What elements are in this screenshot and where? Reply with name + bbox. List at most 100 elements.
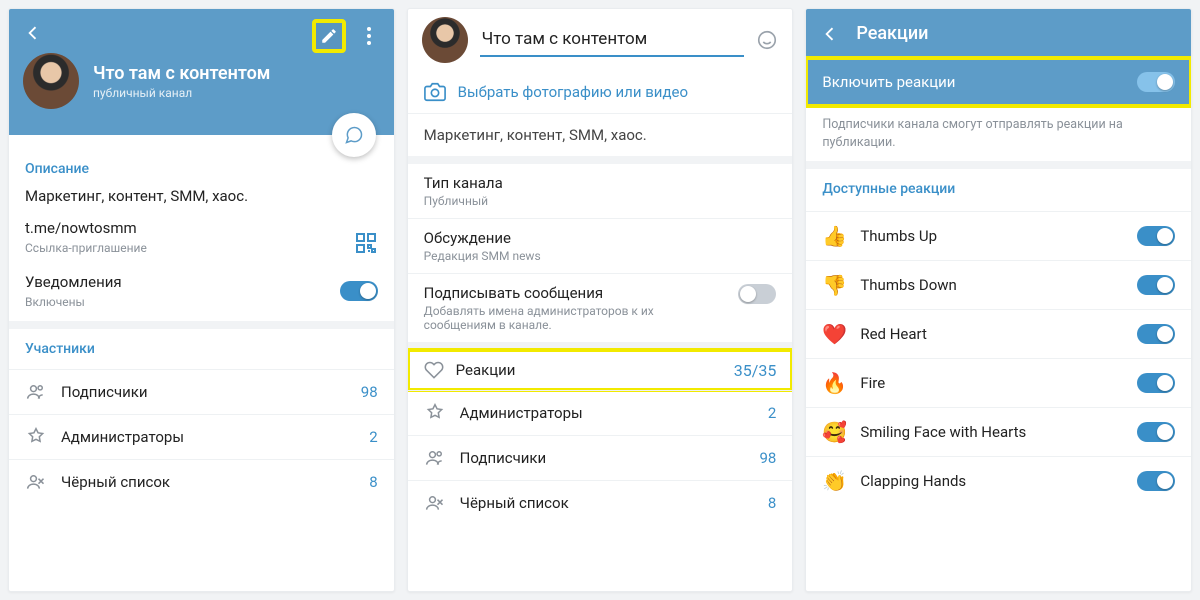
reaction-row[interactable]: 👍 Thumbs Up bbox=[806, 211, 1191, 260]
reaction-label: Red Heart bbox=[860, 325, 1123, 343]
section-header: Описание bbox=[25, 161, 378, 177]
admin-row[interactable]: Администраторы 2 bbox=[408, 390, 793, 435]
back-button[interactable] bbox=[820, 24, 840, 44]
admin-row[interactable]: Чёрный список 8 bbox=[408, 480, 793, 525]
member-row[interactable]: Подписчики 98 bbox=[9, 369, 394, 414]
enable-toggle[interactable] bbox=[1137, 72, 1175, 92]
section-header: Доступные реакции bbox=[806, 169, 1191, 201]
row-value: Редакция SMM news bbox=[424, 249, 777, 263]
row-icon bbox=[25, 472, 47, 492]
reaction-label: Fire bbox=[860, 374, 1123, 392]
reaction-toggle[interactable] bbox=[1137, 324, 1175, 344]
reaction-emoji: 👎 bbox=[822, 273, 846, 297]
channel-edit-pane: Выбрать фотографию или видео Маркетинг, … bbox=[407, 8, 794, 592]
row-label: Подписчики bbox=[61, 383, 347, 401]
row-label: Подписчики bbox=[460, 449, 746, 467]
enable-reactions-row[interactable]: Включить реакции bbox=[806, 58, 1191, 106]
reaction-row[interactable]: 🥰 Smiling Face with Hearts bbox=[806, 407, 1191, 456]
channel-avatar[interactable] bbox=[23, 53, 79, 109]
reaction-emoji: 👏 bbox=[822, 469, 846, 493]
edit-button[interactable] bbox=[312, 19, 346, 53]
reaction-label: Thumbs Up bbox=[860, 227, 1123, 245]
row-icon bbox=[25, 427, 47, 447]
invite-link-label: Ссылка-приглашение bbox=[25, 241, 344, 255]
row-label: Подписывать сообщения bbox=[424, 284, 727, 302]
reaction-emoji: ❤️ bbox=[822, 322, 846, 346]
heart-icon bbox=[424, 360, 444, 380]
notifications-toggle[interactable] bbox=[340, 281, 378, 301]
channel-avatar[interactable] bbox=[422, 17, 468, 63]
row-label: Администраторы bbox=[460, 404, 754, 422]
sign-messages-row[interactable]: Подписывать сообщения Добавлять имена ад… bbox=[408, 273, 793, 342]
name-row bbox=[408, 9, 793, 71]
reaction-row[interactable]: 👏 Clapping Hands bbox=[806, 456, 1191, 505]
notifications-state: Включены bbox=[25, 295, 330, 309]
message-fab[interactable] bbox=[332, 113, 376, 157]
row-label: Обсуждение bbox=[424, 229, 777, 247]
reaction-toggle[interactable] bbox=[1137, 373, 1175, 393]
reactions-pane: Реакции Включить реакции Подписчики кана… bbox=[805, 8, 1192, 592]
more-button[interactable] bbox=[352, 19, 386, 53]
back-button[interactable] bbox=[23, 23, 43, 43]
row-value: 8 bbox=[768, 494, 776, 512]
member-row[interactable]: Чёрный список 8 bbox=[9, 459, 394, 504]
qr-button[interactable] bbox=[354, 231, 378, 255]
reaction-toggle[interactable] bbox=[1137, 275, 1175, 295]
camera-icon bbox=[424, 81, 446, 103]
section-header: Участники bbox=[9, 329, 394, 359]
member-row[interactable]: Администраторы 2 bbox=[9, 414, 394, 459]
reaction-toggle[interactable] bbox=[1137, 471, 1175, 491]
channel-type-row[interactable]: Тип канала Публичный bbox=[408, 164, 793, 218]
description-text: Маркетинг, контент, SMM, хаос. bbox=[25, 187, 378, 205]
sign-toggle[interactable] bbox=[738, 284, 776, 304]
row-icon bbox=[424, 493, 446, 513]
channel-subtitle: публичный канал bbox=[93, 86, 270, 100]
notifications-label: Уведомления bbox=[25, 273, 330, 291]
reaction-toggle[interactable] bbox=[1137, 226, 1175, 246]
row-value: 8 bbox=[369, 473, 377, 491]
row-value: 98 bbox=[759, 449, 776, 467]
pick-photo-label: Выбрать фотографию или видео bbox=[458, 83, 688, 101]
members-section: Участники Подписчики 98 Администраторы 2… bbox=[9, 329, 394, 504]
row-label: Реакции bbox=[456, 361, 722, 379]
row-label: Администраторы bbox=[61, 428, 355, 446]
reaction-row[interactable]: ❤️ Red Heart bbox=[806, 309, 1191, 358]
channel-info-pane: Что там с контентом публичный канал Опис… bbox=[8, 8, 395, 592]
row-value: 2 bbox=[369, 428, 377, 446]
description-text[interactable]: Маркетинг, контент, SMM, хаос. bbox=[408, 114, 793, 164]
reaction-row[interactable]: 👎 Thumbs Down bbox=[806, 260, 1191, 309]
enable-label: Включить реакции bbox=[822, 73, 955, 91]
enable-hint: Подписчики канала смогут отправлять реак… bbox=[806, 106, 1191, 169]
channel-name: Что там с контентом bbox=[93, 63, 270, 84]
reaction-emoji: 🔥 bbox=[822, 371, 846, 395]
reaction-emoji: 👍 bbox=[822, 224, 846, 248]
row-hint: Добавлять имена администраторов к их соо… bbox=[424, 304, 727, 332]
description-section: Описание Маркетинг, контент, SMM, хаос. … bbox=[9, 135, 394, 329]
reaction-row[interactable]: 🔥 Fire bbox=[806, 358, 1191, 407]
channel-header: Что там с контентом публичный канал bbox=[9, 9, 394, 135]
row-label: Чёрный список bbox=[61, 473, 355, 491]
reactions-row[interactable]: Реакции 35/35 bbox=[408, 350, 793, 390]
emoji-icon[interactable] bbox=[756, 29, 778, 51]
row-label: Чёрный список bbox=[460, 494, 754, 512]
row-value: Публичный bbox=[424, 194, 777, 208]
row-icon bbox=[424, 448, 446, 468]
row-icon bbox=[424, 403, 446, 423]
row-icon bbox=[25, 382, 47, 402]
pick-photo-row[interactable]: Выбрать фотографию или видео bbox=[408, 71, 793, 114]
invite-link[interactable]: t.me/nowtosmm bbox=[25, 219, 344, 237]
discussion-row[interactable]: Обсуждение Редакция SMM news bbox=[408, 218, 793, 273]
reactions-header: Реакции bbox=[806, 9, 1191, 58]
row-value: 2 bbox=[768, 404, 776, 422]
row-value: 98 bbox=[361, 383, 378, 401]
reaction-toggle[interactable] bbox=[1137, 422, 1175, 442]
row-label: Тип канала bbox=[424, 174, 777, 192]
row-value: 35/35 bbox=[734, 361, 777, 380]
reaction-label: Thumbs Down bbox=[860, 276, 1123, 294]
page-title: Реакции bbox=[856, 23, 928, 44]
reaction-label: Smiling Face with Hearts bbox=[860, 423, 1123, 441]
admin-row[interactable]: Подписчики 98 bbox=[408, 435, 793, 480]
channel-name-input[interactable] bbox=[480, 23, 745, 57]
reaction-label: Clapping Hands bbox=[860, 472, 1123, 490]
reaction-emoji: 🥰 bbox=[822, 420, 846, 444]
